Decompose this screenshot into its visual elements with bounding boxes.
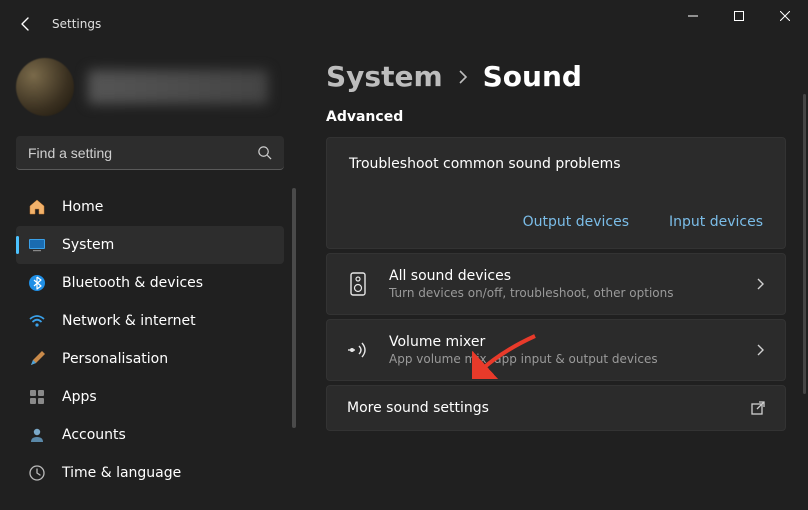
window-title: Settings	[52, 17, 101, 31]
chevron-right-icon	[457, 68, 469, 86]
section-label: Advanced	[326, 109, 786, 125]
sidebar-item-label: System	[62, 237, 114, 253]
home-icon	[28, 198, 46, 216]
sidebar-item-apps[interactable]: Apps	[16, 378, 284, 416]
row-title: All sound devices	[389, 268, 735, 284]
row-title: Volume mixer	[389, 334, 735, 350]
open-external-icon	[751, 401, 765, 415]
chevron-right-icon	[755, 343, 765, 357]
search-box[interactable]	[16, 136, 284, 170]
sidebar: Home System Bluetooth & devices Network …	[0, 48, 300, 510]
maximize-button[interactable]	[716, 0, 762, 32]
row-title: More sound settings	[347, 400, 731, 416]
back-button[interactable]	[16, 14, 36, 34]
apps-icon	[28, 388, 46, 406]
all-sound-devices-row[interactable]: All sound devices Turn devices on/off, t…	[326, 253, 786, 315]
sidebar-item-label: Personalisation	[62, 351, 168, 367]
sidebar-item-label: Bluetooth & devices	[62, 275, 203, 291]
sidebar-item-personalisation[interactable]: Personalisation	[16, 340, 284, 378]
sidebar-item-system[interactable]: System	[16, 226, 284, 264]
main-panel: System Sound Advanced Troubleshoot commo…	[300, 48, 808, 510]
sidebar-item-label: Time & language	[62, 465, 181, 481]
sidebar-item-time[interactable]: Time & language	[16, 454, 284, 492]
input-devices-link[interactable]: Input devices	[669, 214, 763, 230]
sidebar-item-label: Apps	[62, 389, 97, 405]
avatar	[16, 58, 74, 116]
breadcrumb: System Sound	[326, 60, 786, 93]
nav-list: Home System Bluetooth & devices Network …	[16, 188, 300, 492]
user-name-blurred	[88, 70, 268, 104]
speaker-icon	[347, 271, 369, 297]
chevron-right-icon	[755, 277, 765, 291]
bluetooth-icon	[28, 274, 46, 292]
window-controls	[670, 0, 808, 32]
output-devices-link[interactable]: Output devices	[523, 214, 629, 230]
user-block[interactable]	[16, 58, 300, 116]
sidebar-item-accounts[interactable]: Accounts	[16, 416, 284, 454]
sidebar-item-bluetooth[interactable]: Bluetooth & devices	[16, 264, 284, 302]
row-subtitle: Turn devices on/off, troubleshoot, other…	[389, 286, 735, 300]
minimize-button[interactable]	[670, 0, 716, 32]
sidebar-item-network[interactable]: Network & internet	[16, 302, 284, 340]
troubleshoot-card: Troubleshoot common sound problems Outpu…	[326, 137, 786, 249]
row-subtitle: App volume mix, app input & output devic…	[389, 352, 735, 366]
volume-mixer-row[interactable]: Volume mixer App volume mix, app input &…	[326, 319, 786, 381]
search-icon	[257, 145, 272, 160]
brush-icon	[28, 350, 46, 368]
main-scrollbar[interactable]	[803, 94, 806, 394]
sidebar-item-home[interactable]: Home	[16, 188, 284, 226]
search-input[interactable]	[28, 145, 257, 161]
person-icon	[28, 426, 46, 444]
more-sound-settings-row[interactable]: More sound settings	[326, 385, 786, 431]
breadcrumb-parent[interactable]: System	[326, 60, 443, 93]
breadcrumb-current: Sound	[483, 60, 582, 93]
sidebar-item-label: Home	[62, 199, 103, 215]
close-button[interactable]	[762, 0, 808, 32]
system-icon	[28, 236, 46, 254]
sidebar-scrollbar[interactable]	[292, 188, 296, 428]
sidebar-item-label: Accounts	[62, 427, 126, 443]
globe-clock-icon	[28, 464, 46, 482]
mixer-icon	[347, 339, 369, 361]
sidebar-item-label: Network & internet	[62, 313, 196, 329]
troubleshoot-title: Troubleshoot common sound problems	[349, 156, 763, 172]
wifi-icon	[28, 312, 46, 330]
